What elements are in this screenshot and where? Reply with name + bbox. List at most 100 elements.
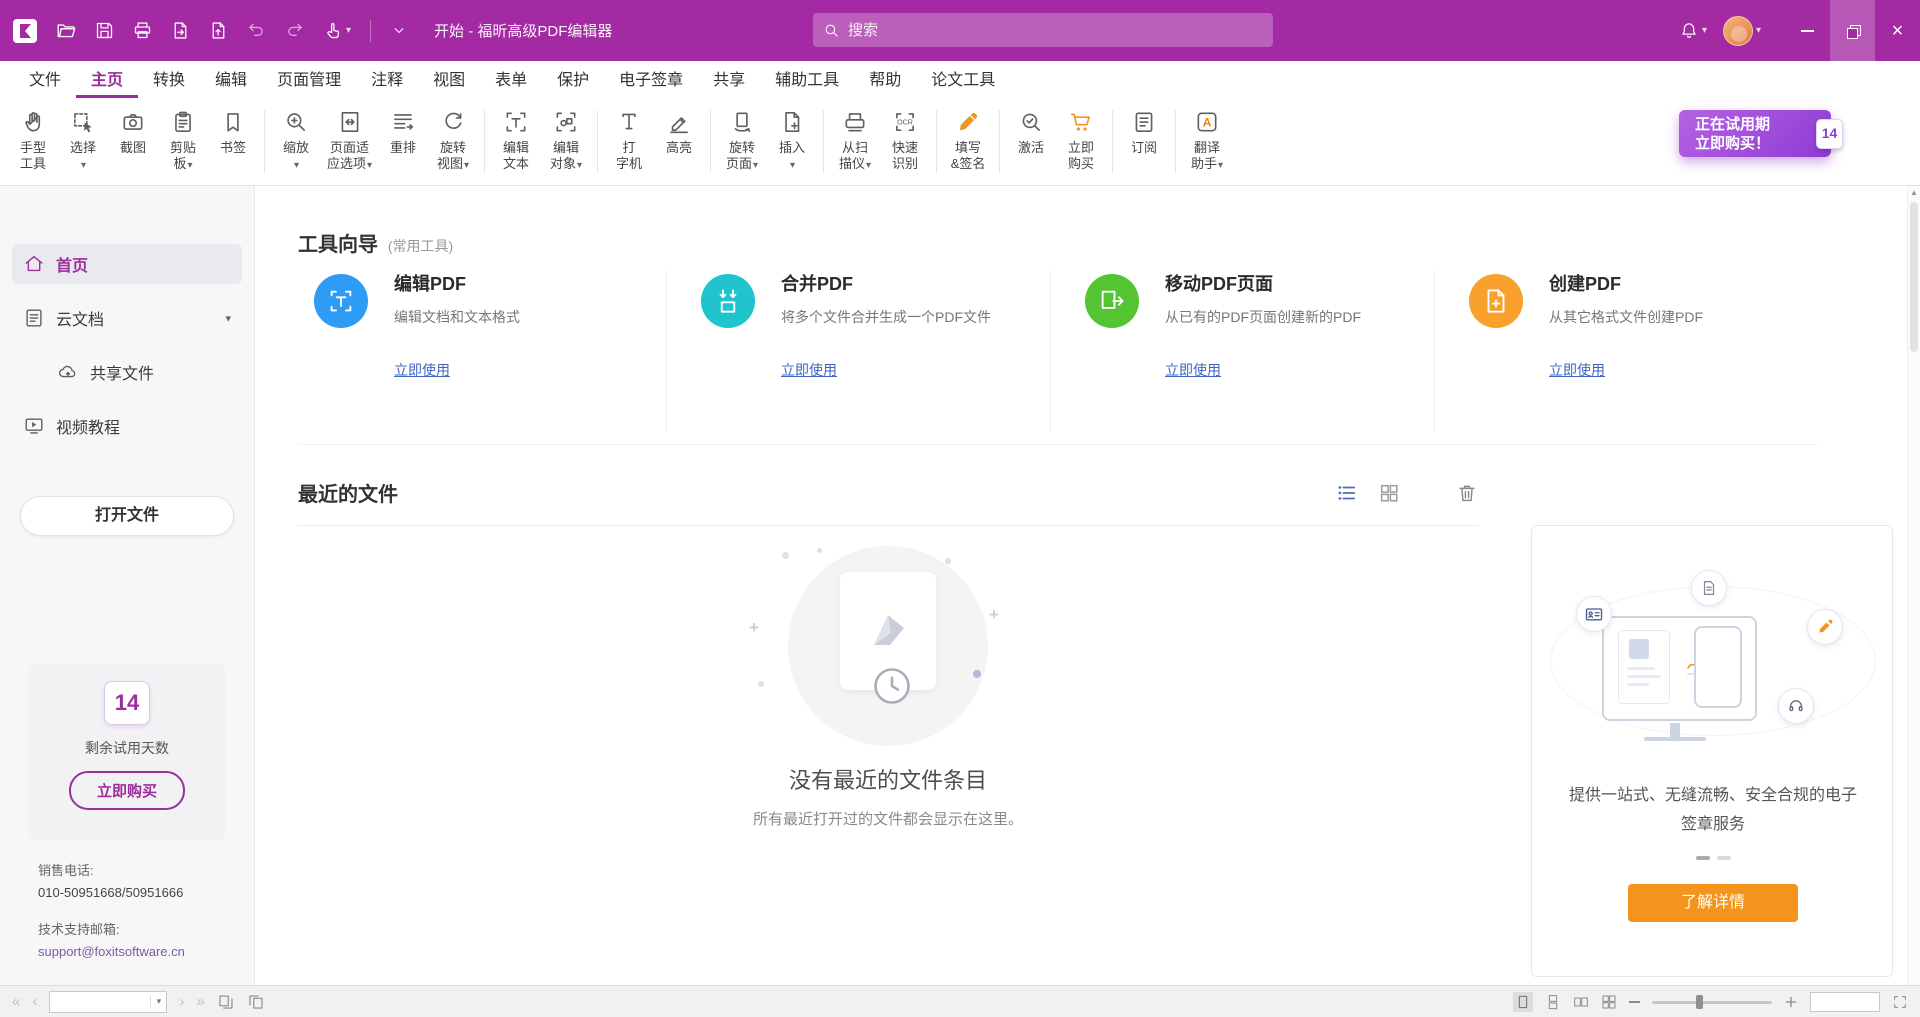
ribbon-collapse-button[interactable] <box>390 22 408 40</box>
carousel-dot[interactable] <box>1717 856 1731 860</box>
single-page-view-button[interactable] <box>1513 992 1533 1012</box>
first-page-button[interactable]: « <box>12 994 20 1009</box>
page-dropdown-caret-icon[interactable]: ▾ <box>150 996 166 1007</box>
page-number-input[interactable] <box>50 992 150 1012</box>
grid-view-button[interactable] <box>1378 482 1400 504</box>
minimize-button[interactable] <box>1785 0 1830 61</box>
carousel-dot[interactable] <box>1696 856 1710 860</box>
list-view-button[interactable] <box>1336 482 1358 504</box>
ribbon-zoom[interactable]: 缩放 <box>271 98 321 185</box>
menu-item-help[interactable]: 帮助 <box>854 61 916 98</box>
next-page-button[interactable]: › <box>179 994 184 1009</box>
menu-item-protect[interactable]: 保护 <box>542 61 604 98</box>
prev-view-button[interactable] <box>217 993 235 1011</box>
page-number-box[interactable]: ▾ <box>49 991 167 1013</box>
learn-more-button[interactable]: 了解详情 <box>1628 884 1798 922</box>
ribbon-highlight[interactable]: 高亮 <box>654 98 704 185</box>
zoom-slider-thumb[interactable] <box>1696 995 1703 1009</box>
trial-buy-badge[interactable]: 正在试用期 立即购买！ 14 <box>1679 110 1831 157</box>
scrollbar-thumb[interactable] <box>1910 202 1918 352</box>
menu-item-comment[interactable]: 注释 <box>356 61 418 98</box>
ribbon-activate[interactable]: 激活 <box>1006 98 1056 185</box>
ribbon-subscribe[interactable]: 订阅 <box>1119 98 1169 185</box>
ribbon-bookmark[interactable]: 书签 <box>208 98 258 185</box>
ribbon-hand-tool[interactable]: 手型 工具 <box>8 98 58 185</box>
user-avatar[interactable] <box>1723 16 1753 46</box>
print-button[interactable] <box>132 20 153 41</box>
ribbon-buy-now[interactable]: 立即 购买 <box>1056 98 1106 185</box>
facing-continuous-view-button[interactable] <box>1601 994 1617 1010</box>
menu-item-view[interactable]: 视图 <box>418 61 480 98</box>
search-box[interactable] <box>813 13 1273 47</box>
ribbon-rotate-view[interactable]: 旋转 视图 <box>428 98 478 185</box>
ribbon-typewriter[interactable]: 打 字机 <box>604 98 654 185</box>
open-file-button[interactable] <box>55 20 77 42</box>
ribbon-edit-text[interactable]: 编辑 文本 <box>491 98 541 185</box>
menu-item-convert[interactable]: 转换 <box>138 61 200 98</box>
redo-button[interactable] <box>284 20 305 41</box>
continuous-view-button[interactable] <box>1545 994 1561 1010</box>
close-button[interactable]: × <box>1875 0 1920 61</box>
zoom-out-button[interactable] <box>1629 1001 1640 1003</box>
ribbon-rotate-pages[interactable]: 旋转 页面 <box>717 98 767 185</box>
use-now-link[interactable]: 立即使用 <box>1549 360 1605 380</box>
export-pdf-button[interactable] <box>170 20 191 41</box>
menu-item-edit[interactable]: 编辑 <box>200 61 262 98</box>
last-page-button[interactable]: » <box>196 994 204 1009</box>
ribbon-page-fit[interactable]: 页面适 应选项 <box>321 98 378 185</box>
ribbon-insert[interactable]: 插入 <box>767 98 817 185</box>
facing-view-button[interactable] <box>1573 994 1589 1010</box>
menu-item-esign[interactable]: 电子签章 <box>604 61 698 98</box>
notifications-button[interactable]: ▾ <box>1679 21 1707 41</box>
ribbon-quick-ocr[interactable]: OCR 快速 识别 <box>880 98 930 185</box>
next-view-button[interactable] <box>247 993 265 1011</box>
sidebar-item-shared-files[interactable]: 共享文件 <box>46 352 242 392</box>
account-button[interactable]: ▾ <box>1723 16 1761 46</box>
foxit-pdf-editor-window: ▾ 开始 - 福昕高级PDF编辑器 ▾ ▾ × <box>0 0 1920 1017</box>
clear-recent-button[interactable] <box>1456 482 1478 504</box>
menu-item-paper-tools[interactable]: 论文工具 <box>916 61 1010 98</box>
scroll-up-icon[interactable]: ▲ <box>1908 188 1920 197</box>
card-create-pdf[interactable]: 创建PDF 从其它格式文件创建PDF 立即使用 <box>1434 270 1818 430</box>
menu-item-file[interactable]: 文件 <box>14 61 76 98</box>
menu-item-home[interactable]: 主页 <box>76 61 138 98</box>
cloud-docs-caret-icon[interactable]: ▾ <box>225 312 231 325</box>
ribbon-select[interactable]: 选择 <box>58 98 108 185</box>
esign-tool-button[interactable]: ▾ <box>322 20 351 41</box>
ribbon-fill-sign[interactable]: 填写 &签名 <box>943 98 993 185</box>
section-divider <box>298 444 1818 445</box>
zoom-in-button[interactable] <box>1784 995 1798 1009</box>
sidebar-item-home[interactable]: 首页 <box>12 244 242 284</box>
ribbon-snapshot[interactable]: 截图 <box>108 98 158 185</box>
fullscreen-button[interactable] <box>1892 994 1908 1010</box>
undo-button[interactable] <box>246 20 267 41</box>
ribbon-from-scanner[interactable]: 从扫 描仪 <box>830 98 880 185</box>
sidebar-item-cloud-docs[interactable]: 云文档 ▾ <box>12 298 242 338</box>
open-file-main-button[interactable]: 打开文件 <box>20 496 234 536</box>
restore-button[interactable] <box>1830 0 1875 61</box>
menu-item-form[interactable]: 表单 <box>480 61 542 98</box>
menu-item-share[interactable]: 共享 <box>698 61 760 98</box>
content-scrollbar[interactable]: ▲ <box>1907 186 1920 985</box>
use-now-link[interactable]: 立即使用 <box>781 360 837 380</box>
prev-page-button[interactable]: ‹ <box>32 994 37 1009</box>
zoom-slider[interactable] <box>1652 994 1772 1010</box>
ribbon-clipboard[interactable]: 剪贴 板 <box>158 98 208 185</box>
card-move-pdf-pages[interactable]: 移动PDF页面 从已有的PDF页面创建新的PDF 立即使用 <box>1050 270 1434 430</box>
menu-item-accessibility[interactable]: 辅助工具 <box>760 61 854 98</box>
card-edit-pdf[interactable]: 编辑PDF 编辑文档和文本格式 立即使用 <box>298 270 666 430</box>
zoom-input[interactable] <box>1810 992 1880 1012</box>
ribbon-translate-assistant[interactable]: A 翻译 助手 <box>1182 98 1232 185</box>
save-button[interactable] <box>94 20 115 41</box>
sidebar-item-video-tutorials[interactable]: 视频教程 <box>12 406 242 446</box>
ribbon-edit-object[interactable]: 编辑 对象 <box>541 98 591 185</box>
ribbon-reflow[interactable]: 重排 <box>378 98 428 185</box>
create-pdf-button[interactable] <box>208 20 229 41</box>
use-now-link[interactable]: 立即使用 <box>394 360 450 380</box>
support-email-link[interactable]: support@foxitsoftware.cn <box>38 941 185 963</box>
menu-item-page-manage[interactable]: 页面管理 <box>262 61 356 98</box>
card-merge-pdf[interactable]: 合并PDF 将多个文件合并生成一个PDF文件 立即使用 <box>666 270 1050 430</box>
search-input[interactable] <box>848 22 1263 39</box>
buy-now-button[interactable]: 立即购买 <box>69 771 185 810</box>
use-now-link[interactable]: 立即使用 <box>1165 360 1221 380</box>
